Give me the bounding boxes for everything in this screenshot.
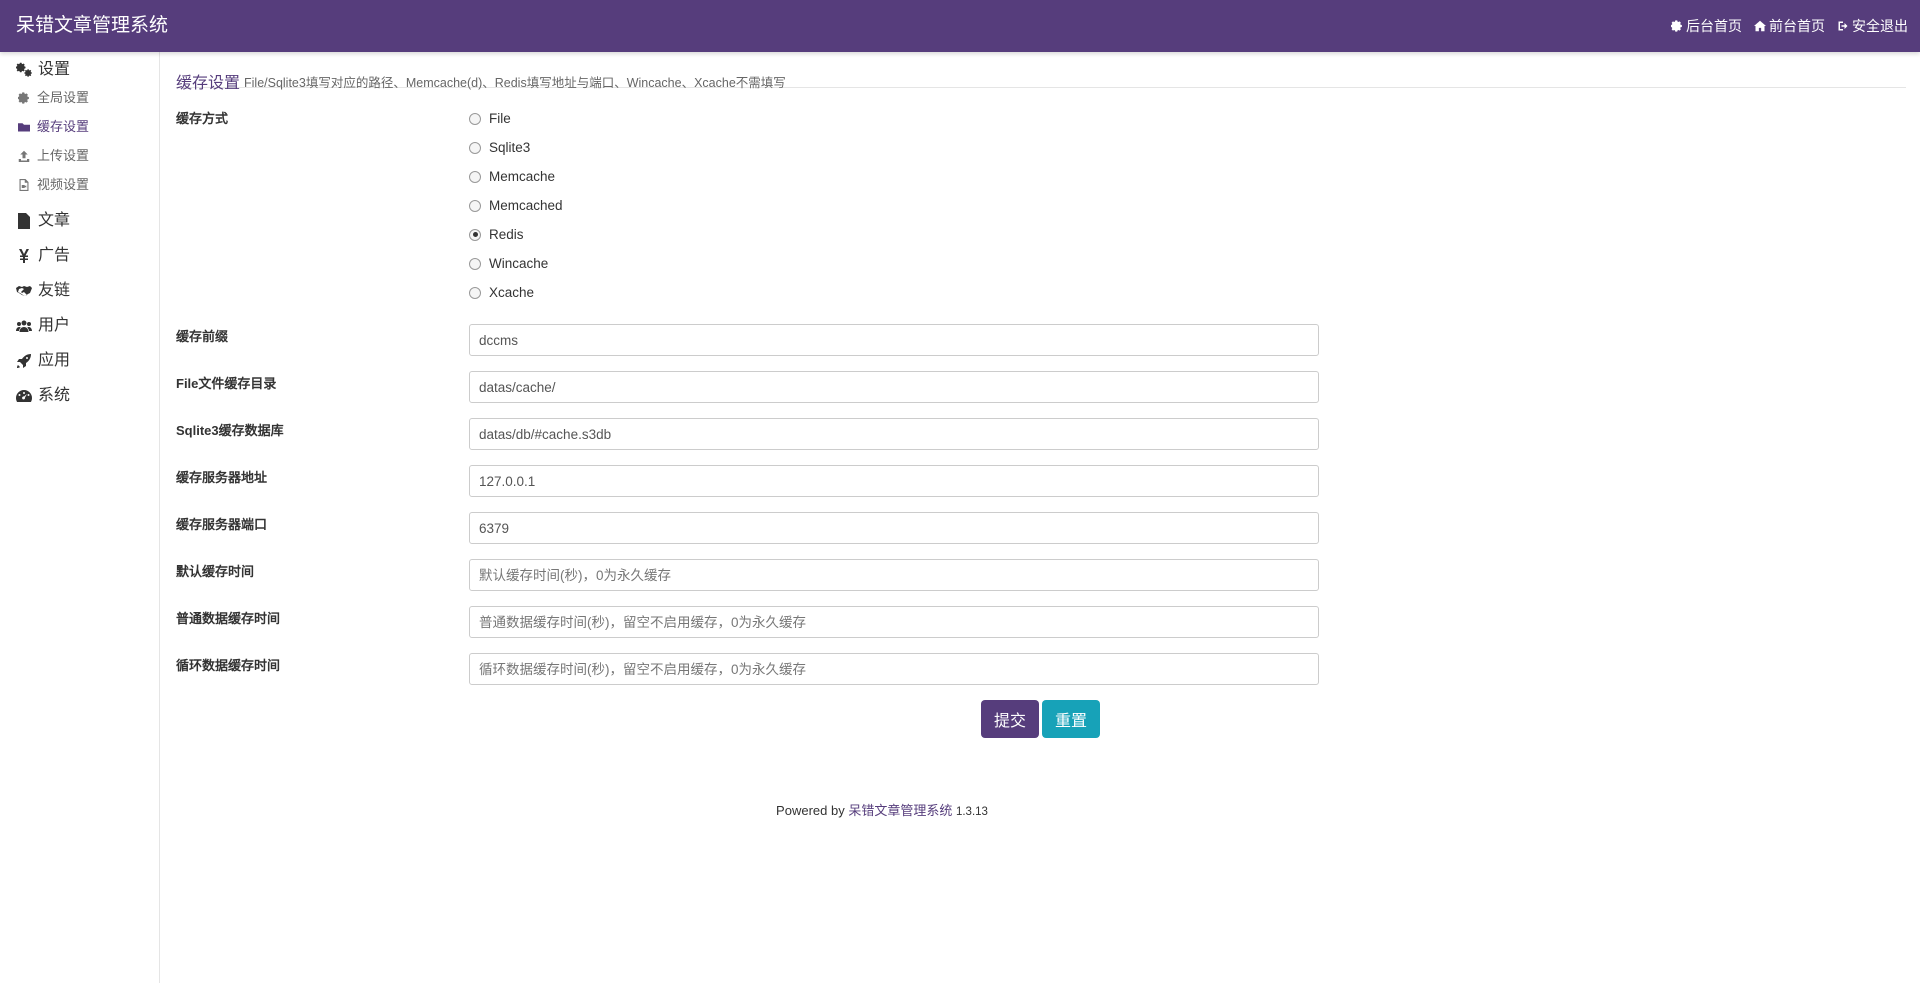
footer-version: 1.3.13 [955,806,988,818]
default-cache-time-input[interactable] [469,559,1319,591]
sidebar-item-video-settings[interactable]: 视频设置 [18,176,89,194]
loop-cache-time-input[interactable] [469,653,1319,685]
sqlite3-db-input[interactable] [469,418,1319,450]
front-home-link[interactable]: 前台首页 [1754,17,1825,35]
page-title: 缓存设置 [176,75,241,92]
sidebar-item-label: 全局设置 [37,90,90,105]
sidebar-group-users[interactable]: 用户 [16,316,70,336]
gear-icon [18,92,29,104]
cache-type-label: 缓存方式 [176,111,229,126]
sidebar-group-label: 用户 [38,317,71,334]
brand-title[interactable]: 呆错文章管理系统 [16,14,168,38]
sidebar-group-apps[interactable]: 应用 [16,351,70,371]
sidebar-item-label: 上传设置 [37,148,90,163]
field-label-loop-cache-time: 循环数据缓存时间 [176,658,281,673]
sidebar-item-global-settings[interactable]: 全局设置 [18,89,89,107]
sidebar: 设置 全局设置 缓存设置 上传设置 视频设置 文章 广告 友链 用户 应用 系统 [0,52,160,983]
gear-icon [1671,20,1682,32]
radio-button[interactable] [469,141,481,154]
home-icon [1754,20,1766,32]
radio-button[interactable] [469,170,481,183]
sidebar-group-label: 应用 [38,352,71,369]
sidebar-group-system[interactable]: 系统 [16,386,70,406]
sidebar-item-upload-settings[interactable]: 上传设置 [18,147,89,165]
video-file-icon [19,179,29,191]
radio-button[interactable] [469,257,481,270]
radio-button[interactable] [469,112,481,125]
sidebar-group-settings[interactable]: 设置 [16,60,70,80]
radio-label: Xcache [489,285,535,300]
field-label-normal-cache-time: 普通数据缓存时间 [176,611,281,626]
upload-icon [18,150,30,162]
reset-button[interactable]: 重置 [1042,700,1100,738]
gears-icon [16,62,32,77]
field-label-server-address: 缓存服务器地址 [176,470,268,485]
field-label-default-cache-time: 默认缓存时间 [176,564,255,579]
users-icon [16,320,32,332]
sidebar-group-label: 友链 [38,282,71,299]
radio-button-checked[interactable] [469,228,481,241]
sidebar-item-label: 缓存设置 [37,119,90,134]
footer-prefix: Powered by [776,803,845,818]
page-header: 缓存设置 File/Sqlite3填写对应的路径、Memcache(d)、Red… [176,60,1906,92]
radio-sqlite3[interactable]: Sqlite3 [469,140,530,155]
front-home-label: 前台首页 [1769,18,1825,34]
sidebar-group-links[interactable]: 友链 [16,281,70,301]
radio-label: File [489,111,511,126]
handshake-icon [16,286,32,296]
sidebar-item-cache-settings[interactable]: 缓存设置 [18,118,89,136]
sidebar-item-label: 视频设置 [37,177,90,192]
normal-cache-time-input[interactable] [469,606,1319,638]
cache-prefix-input[interactable] [469,324,1319,356]
server-port-input[interactable] [469,512,1319,544]
server-address-input[interactable] [469,465,1319,497]
folder-icon [18,123,30,132]
radio-wincache[interactable]: Wincache [469,256,548,271]
radio-label: Memcache [489,169,556,184]
radio-file[interactable]: File [469,111,511,126]
sidebar-group-ads[interactable]: 广告 [16,246,70,266]
radio-label: Sqlite3 [489,140,531,155]
top-links: 后台首页 前台首页 安全退出 [1671,17,1908,35]
field-label-file-cache-dir: File文件缓存目录 [176,376,277,391]
sidebar-group-articles[interactable]: 文章 [16,211,70,231]
logout-link[interactable]: 安全退出 [1837,17,1908,35]
submit-button[interactable]: 提交 [981,700,1039,738]
sidebar-group-label: 系统 [38,387,71,404]
radio-label: Redis [489,227,524,242]
radio-label: Wincache [489,256,549,271]
radio-label: Memcached [489,198,563,213]
dashboard-icon [16,390,32,402]
admin-home-label: 后台首页 [1686,18,1742,34]
file-icon [18,213,30,229]
file-cache-dir-input[interactable] [469,371,1319,403]
field-label-cache-prefix: 缓存前缀 [176,329,229,344]
sidebar-group-label: 文章 [38,212,71,229]
radio-button[interactable] [469,286,481,299]
radio-button[interactable] [469,199,481,212]
field-label-sqlite3-db: Sqlite3缓存数据库 [176,423,284,438]
radio-memcached[interactable]: Memcached [469,198,563,213]
page-hint: File/Sqlite3填写对应的路径、Memcache(d)、Redis填写地… [244,76,786,90]
footer: Powered by 呆错文章管理系统 1.3.13 [176,800,1588,819]
sidebar-group-settings-label: 设置 [38,61,71,78]
radio-redis[interactable]: Redis [469,227,524,242]
logout-icon [1838,21,1848,31]
radio-xcache[interactable]: Xcache [469,285,534,300]
logout-label: 安全退出 [1852,18,1908,34]
admin-home-link[interactable]: 后台首页 [1671,17,1742,35]
top-navbar: 呆错文章管理系统 后台首页 前台首页 安全退出 [0,0,1920,52]
radio-memcache[interactable]: Memcache [469,169,555,184]
rocket-icon [17,354,31,368]
field-label-server-port: 缓存服务器端口 [176,517,268,532]
yen-icon [19,249,29,263]
sidebar-group-label: 广告 [38,247,71,264]
footer-link[interactable]: 呆错文章管理系统 [848,803,952,818]
